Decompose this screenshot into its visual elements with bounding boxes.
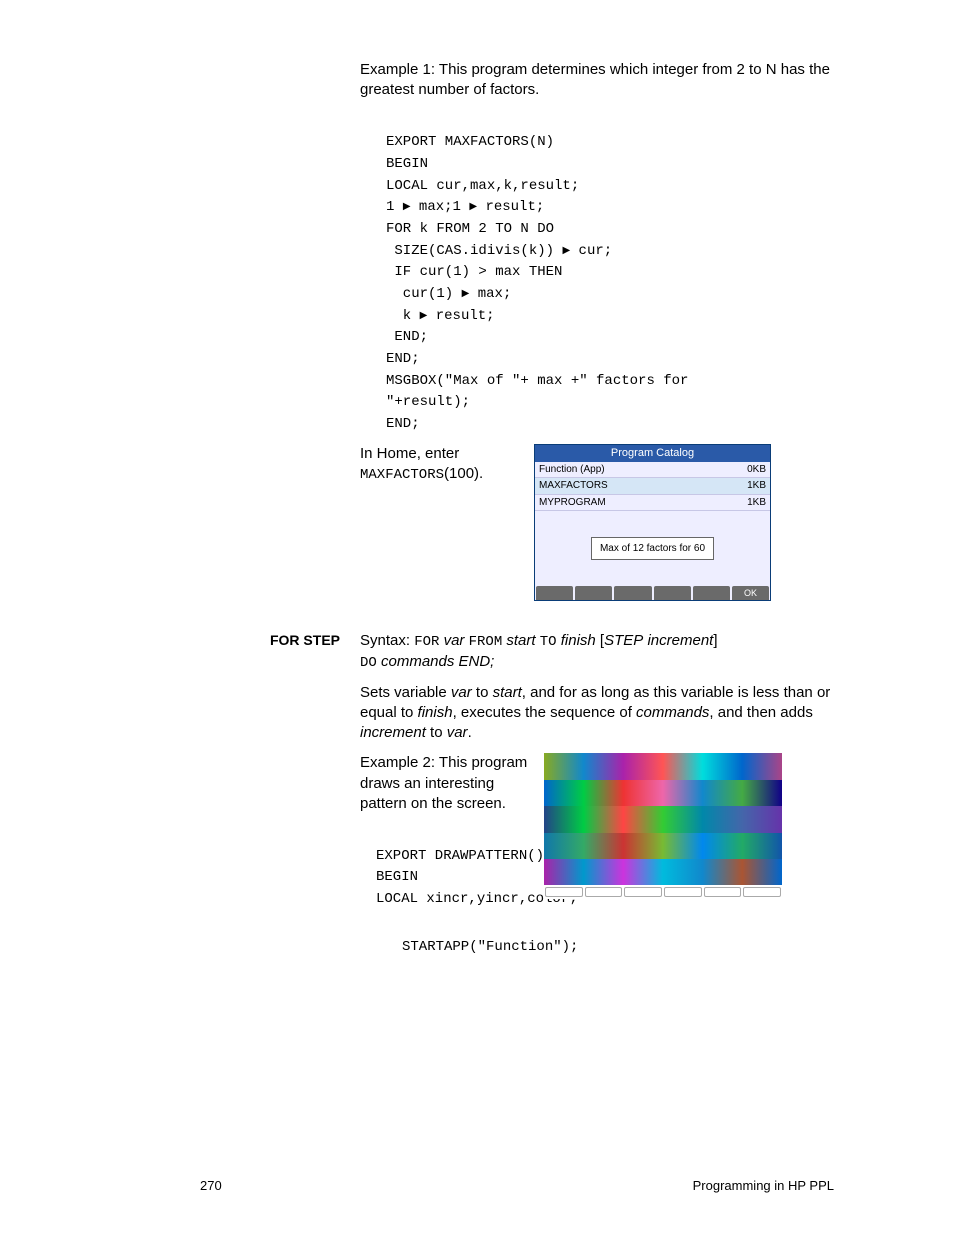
section-heading-for-step: FOR STEP: [200, 631, 340, 650]
for-step-syntax: Syntax: FOR var FROM start TO finish [ST…: [360, 631, 834, 673]
msgbox: Max of 12 factors for 60: [591, 537, 714, 561]
code-line: STARTAPP("Function");: [402, 939, 578, 955]
code-block-1: EXPORT MAXFACTORS(N) BEGIN LOCAL cur,max…: [386, 111, 834, 436]
example2-intro: Example 2: This program draws an interes…: [360, 753, 530, 814]
code-line: k ▶ result;: [386, 308, 495, 324]
code-line: FOR k FROM 2 TO N DO: [386, 221, 554, 237]
code-line: END;: [386, 351, 420, 367]
calc-softkeys: OK: [535, 586, 770, 600]
code-line: EXPORT DRAWPATTERN(): [376, 848, 544, 864]
calc-row: MYPROGRAM1KB: [535, 495, 770, 512]
code-line: EXPORT MAXFACTORS(N): [386, 134, 554, 150]
code-block-2b: STARTAPP("Function");: [402, 915, 834, 958]
code-line: MSGBOX("Max of "+ max +" factors for "+r…: [386, 373, 697, 411]
code-line: cur(1) ▶ max;: [386, 286, 511, 302]
code-line: BEGIN: [376, 869, 418, 885]
code-block-2: EXPORT DRAWPATTERN() BEGIN LOCAL xincr,y…: [376, 824, 530, 911]
example1-intro: Example 1: This program determines which…: [360, 60, 834, 101]
footer-label: Programming in HP PPL: [693, 1177, 834, 1195]
for-step-description: Sets variable var to start, and for as l…: [360, 683, 834, 744]
code-line: BEGIN: [386, 156, 428, 172]
calc-row: Function (App)0KB: [535, 462, 770, 479]
pattern-softkeys: [544, 885, 782, 899]
code-line: LOCAL cur,max,k,result;: [386, 178, 579, 194]
calc-title: Program Catalog: [535, 445, 770, 462]
calc-row: MAXFACTORS1KB: [535, 478, 770, 495]
code-line: IF cur(1) > max THEN: [386, 264, 562, 280]
page-number: 270: [200, 1177, 222, 1195]
code-line: END;: [386, 416, 420, 432]
code-line: SIZE(CAS.idivis(k)) ▶ cur;: [386, 243, 612, 259]
pattern-screenshot: [544, 753, 782, 899]
code-line: END;: [386, 329, 428, 345]
code-line: 1 ▶ max;1 ▶ result;: [386, 199, 544, 215]
calculator-screenshot-catalog: Program Catalog Function (App)0KB MAXFAC…: [534, 444, 771, 601]
home-enter-text: In Home, enter MAXFACTORS(100).: [360, 444, 520, 485]
